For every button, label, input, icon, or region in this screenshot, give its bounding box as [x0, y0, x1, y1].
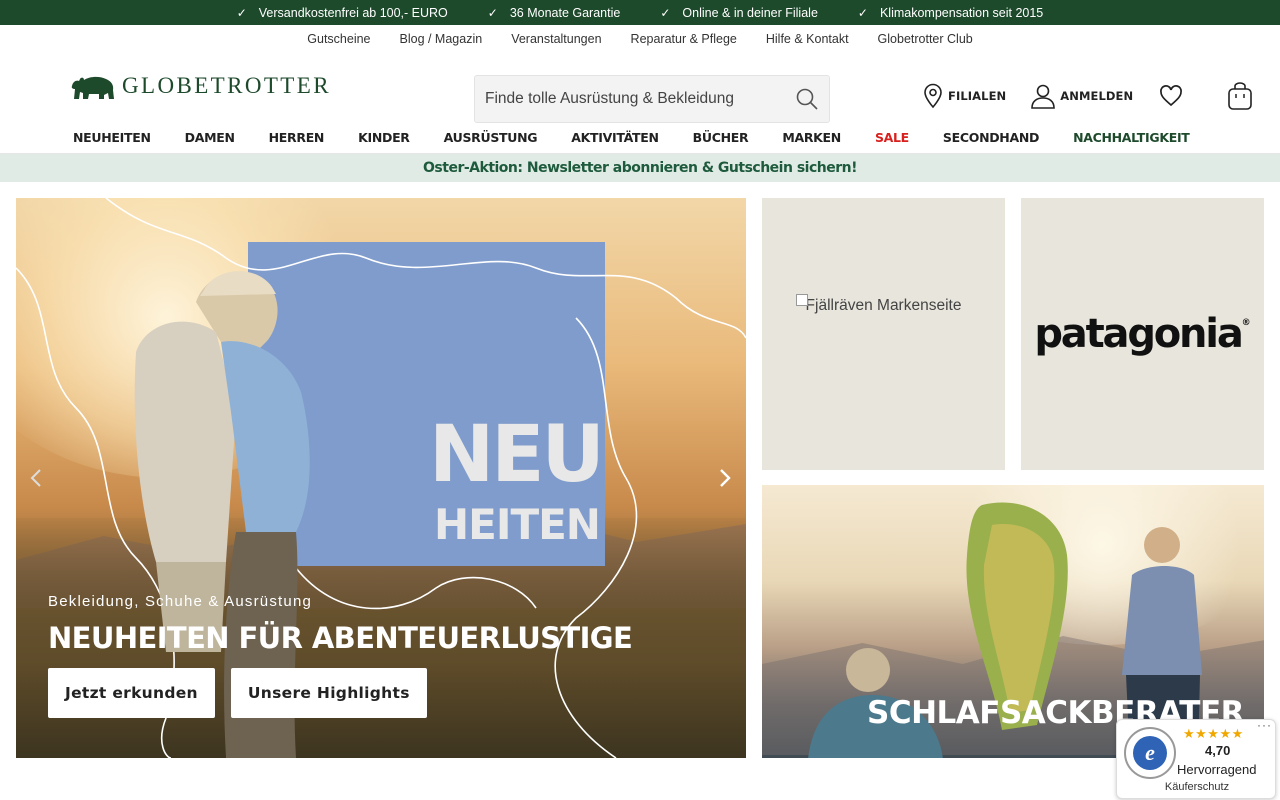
heart-icon — [1160, 85, 1183, 107]
fjallraven-alt-text: Fjällräven Markenseite — [805, 297, 962, 314]
patagonia-logo: patagonia® — [1034, 311, 1250, 357]
user-icon — [1031, 84, 1056, 109]
promo-banner[interactable]: Oster-Aktion: Newsletter abonnieren & Gu… — [0, 154, 1280, 182]
filialen-label: FILIALEN — [948, 89, 1007, 103]
filialen-button[interactable]: FILIALEN — [922, 83, 1006, 109]
logo[interactable]: GLOBETROTTER — [70, 72, 331, 100]
usp-text: Versandkostenfrei ab 100,- EURO — [258, 5, 448, 20]
service-link-reparatur[interactable]: Reparatur & Pflege — [631, 32, 737, 46]
hero-buttons: Jetzt erkunden Unsere Highlights — [48, 668, 427, 718]
bear-logo-icon — [71, 76, 114, 99]
trusted-shops-badge[interactable]: e ★★★★★ 4,70 Hervorragend Käuferschutz ·… — [1116, 718, 1276, 799]
search-bar — [474, 75, 830, 123]
hero-secondary-button[interactable]: Unsere Highlights — [230, 668, 427, 718]
hero-title: NEUHEITEN FÜR ABENTEUERLUSTIGE — [48, 621, 633, 655]
rating-stars: ★★★★★ — [1183, 726, 1244, 741]
nav-sale[interactable]: SALE — [875, 130, 909, 145]
search-input[interactable] — [475, 90, 785, 108]
nav-nachhaltigkeit[interactable]: NACHHALTIGKEIT — [1073, 130, 1190, 145]
brand-tile-fjallraven[interactable]: Fjällräven Markenseite — [762, 198, 1005, 470]
slider-next-icon[interactable] — [717, 466, 733, 490]
sleeping-bag-advisor-tile[interactable]: SCHLAFSACKBERATER — [762, 485, 1264, 758]
usp-bar: ✓ Versandkostenfrei ab 100,- EURO ✓ 36 Mon… — [0, 0, 1280, 25]
hero-overlay-heiten: HEITEN — [434, 500, 601, 549]
usp-item: ✓ Online & in deiner Filiale — [660, 6, 818, 20]
usp-item: ✓ Versandkostenfrei ab 100,- EURO — [237, 6, 448, 20]
hero-slider[interactable]: NEU HEITEN Bekleidung, Schuhe & Ausrüstu… — [16, 198, 746, 758]
check-icon: ✓ — [857, 5, 868, 20]
hero-subtitle: Bekleidung, Schuhe & Ausrüstung — [48, 593, 313, 610]
slider-prev-icon[interactable] — [28, 466, 44, 490]
service-link-hilfe[interactable]: Hilfe & Kontakt — [766, 32, 849, 46]
usp-text: Online & in deiner Filiale — [682, 5, 818, 20]
check-icon: ✓ — [236, 5, 247, 20]
broken-image: Fjällräven Markenseite — [796, 294, 971, 318]
usp-item: ✓ Klimakompensation seit 2015 — [858, 6, 1043, 20]
logo-text: GLOBETROTTER — [122, 73, 331, 98]
broken-image-icon — [796, 294, 808, 306]
nav-buecher[interactable]: BÜCHER — [693, 130, 749, 145]
cart-button[interactable] — [1227, 81, 1253, 111]
wishlist-button[interactable] — [1159, 85, 1183, 107]
rating-label: Hervorragend — [1177, 762, 1257, 777]
usp-text: Klimakompensation seit 2015 — [879, 5, 1044, 20]
buyer-protection-label: Käuferschutz — [1164, 781, 1230, 793]
login-label: ANMELDEN — [1060, 89, 1134, 103]
svg-text:e: e — [1145, 740, 1155, 765]
rating-value: 4,70 — [1205, 743, 1231, 758]
nav-secondhand[interactable]: SECONDHAND — [943, 130, 1039, 145]
check-icon: ✓ — [487, 5, 498, 20]
usp-text: 36 Monate Garantie — [509, 5, 621, 20]
nav-aktivitaeten[interactable]: AKTIVITÄTEN — [571, 130, 659, 145]
service-nav: Gutscheine Blog / Magazin Veranstaltunge… — [0, 25, 1280, 53]
search-icon — [796, 88, 818, 110]
shopping-bag-icon — [1228, 82, 1253, 110]
main-nav: NEUHEITEN DAMEN HERREN KINDER AUSRÜSTUNG… — [0, 121, 1280, 154]
header-actions: FILIALEN ANMELDEN — [922, 81, 1253, 111]
brand-tile-patagonia[interactable]: patagonia® — [1021, 198, 1264, 470]
service-link-gutscheine[interactable]: Gutscheine — [307, 32, 370, 46]
more-options-icon[interactable]: ··· — [1257, 718, 1272, 732]
patagonia-logo-text: patagonia — [1034, 311, 1243, 357]
login-button[interactable]: ANMELDEN — [1030, 83, 1133, 109]
service-link-club[interactable]: Globetrotter Club — [878, 32, 973, 46]
usp-item: ✓ 36 Monate Garantie — [488, 6, 621, 20]
nav-marken[interactable]: MARKEN — [782, 130, 841, 145]
content-area: NEU HEITEN Bekleidung, Schuhe & Ausrüstu… — [0, 182, 1280, 792]
service-link-veranstaltungen[interactable]: Veranstaltungen — [511, 32, 601, 46]
trusted-shops-seal-icon: e — [1124, 727, 1176, 779]
hero-overlay-neu: NEU — [429, 410, 605, 500]
header: GLOBETROTTER FILIALEN ANMELDEN — [0, 53, 1280, 123]
nav-kinder[interactable]: KINDER — [358, 130, 410, 145]
check-icon: ✓ — [660, 5, 671, 20]
search-button[interactable] — [785, 76, 829, 122]
nav-damen[interactable]: DAMEN — [185, 130, 235, 145]
hero-primary-button[interactable]: Jetzt erkunden — [48, 668, 215, 718]
nav-neuheiten[interactable]: NEUHEITEN — [73, 130, 151, 145]
nav-ausruestung[interactable]: AUSRÜSTUNG — [444, 130, 538, 145]
location-pin-icon — [924, 83, 942, 109]
registered-mark: ® — [1241, 318, 1251, 328]
nav-herren[interactable]: HERREN — [269, 130, 325, 145]
service-link-blog[interactable]: Blog / Magazin — [400, 32, 483, 46]
